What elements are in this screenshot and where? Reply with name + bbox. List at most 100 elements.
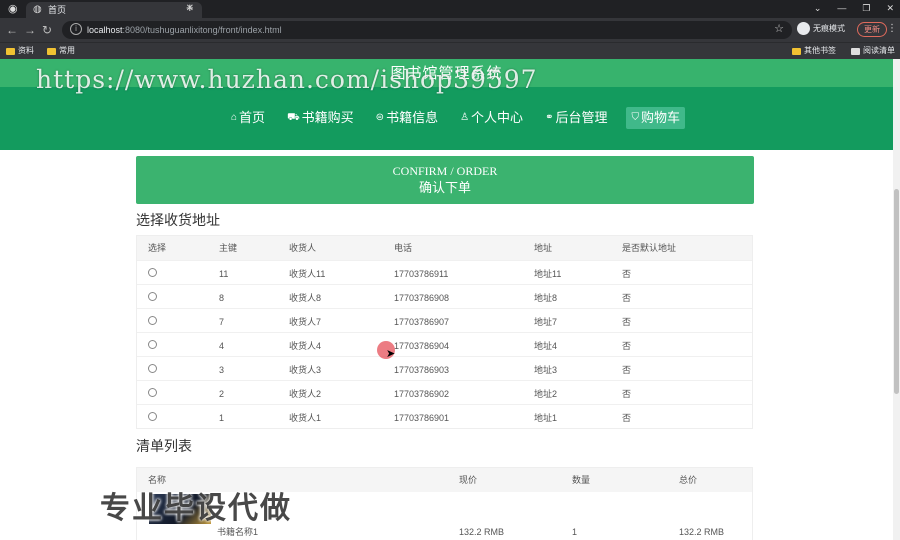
address-row[interactable]: 3 收货人3 17703786903 地址3 否	[137, 356, 752, 380]
forward-icon[interactable]: →	[24, 23, 36, 37]
address-cell-phone: 17703786911	[394, 269, 449, 279]
browser-menu-icon[interactable]: ◉	[8, 3, 20, 15]
address-cell-name: 收货人3	[289, 365, 322, 375]
link-icon: ⚭	[545, 112, 554, 123]
address-cell-addr: 地址3	[534, 365, 558, 375]
address-cell-addr: 地址4	[534, 341, 558, 351]
address-row[interactable]: 4 收货人4 17703786904 地址4 否	[137, 332, 752, 356]
back-icon[interactable]: ←	[6, 23, 18, 37]
address-cell-phone: 17703786904	[394, 341, 450, 351]
address-cell-addr: 地址11	[534, 269, 562, 279]
address-section-title: 选择收货地址	[136, 212, 220, 228]
address-radio[interactable]	[148, 316, 157, 325]
url-field[interactable]: i localhost:8080/tushuguanlixitong/front…	[62, 21, 792, 39]
reading-list-icon	[851, 47, 860, 55]
update-button[interactable]: 更新	[857, 22, 887, 37]
address-cell-id: 3	[219, 365, 225, 375]
folder-icon	[6, 47, 15, 55]
address-cell-default: 否	[622, 269, 632, 279]
address-cell-name: 收货人1	[289, 413, 322, 423]
address-cell-default: 否	[622, 365, 632, 375]
home-icon: ⌂	[231, 112, 238, 123]
nav-admin[interactable]: ⚭ 后台管理	[542, 107, 610, 129]
address-radio[interactable]	[148, 268, 157, 277]
address-row[interactable]: 7 收货人7 17703786907 地址7 否	[137, 308, 752, 332]
new-tab-icon[interactable]: +	[186, 1, 194, 15]
restore-icon[interactable]: ❐	[862, 2, 870, 14]
address-cell-addr: 地址8	[534, 293, 558, 303]
more-menu-icon[interactable]: ⋮	[887, 23, 897, 35]
bookmark-folder-1[interactable]: 资料	[6, 46, 34, 56]
address-radio[interactable]	[148, 364, 157, 373]
reload-icon[interactable]: ↻	[42, 23, 52, 37]
url-text[interactable]: localhost:8080/tushuguanlixitong/front/i…	[87, 24, 282, 36]
confirm-title-zh: 确认下单	[418, 180, 471, 195]
address-cell-default: 否	[622, 293, 632, 303]
address-cell-name: 收货人4	[289, 341, 322, 351]
scrollbar-thumb[interactable]	[894, 189, 899, 394]
mouse-cursor-icon: ➤	[386, 348, 396, 360]
address-table: 选择 主键 收货人 电话 地址 是否默认地址 11 收货人11 1770378691…	[136, 235, 753, 429]
address-cell-phone: 17703786907	[394, 317, 450, 327]
address-cell-addr: 地址2	[534, 389, 558, 399]
page-viewport: 图书馆管理系统 ⌂ 首页 ⛟ 书籍购买 ⊜ 书籍信息 ♙ 个人中心 ⚭ 后台管理	[0, 59, 893, 540]
address-cell-id: 1	[219, 413, 225, 423]
tab-title: 首页	[48, 5, 67, 15]
cart-icon: ⛉	[631, 112, 639, 123]
window-controls: ⌄ — ❐ ✕	[814, 2, 894, 14]
address-row[interactable]: 11 收货人11 17703786911 地址11 否	[137, 260, 752, 284]
browser-tab-bar: ◉ ◍ 首页 ✕ + ⌄ — ❐ ✕	[0, 0, 900, 18]
nav-book-info[interactable]: ⊜ 书籍信息	[373, 107, 441, 129]
folder-icon	[47, 47, 56, 55]
close-window-icon[interactable]: ✕	[886, 2, 894, 14]
address-cell-id: 11	[219, 269, 229, 279]
address-cell-id: 2	[219, 389, 225, 399]
address-cell-name: 收货人2	[289, 389, 322, 399]
folder-icon	[792, 47, 801, 55]
address-cell-phone: 17703786908	[394, 293, 450, 303]
address-row[interactable]: 2 收货人2 17703786902 地址2 否	[137, 380, 752, 404]
incognito-icon	[797, 22, 810, 35]
address-cell-addr: 地址7	[534, 317, 558, 327]
address-radio[interactable]	[148, 412, 157, 421]
bookmark-folder-2[interactable]: 常用	[47, 46, 75, 56]
tab-search-icon[interactable]: ⌄	[814, 2, 822, 14]
address-cell-phone: 17703786902	[394, 389, 450, 399]
address-cell-name: 收货人8	[289, 293, 322, 303]
user-icon: ♙	[460, 112, 470, 123]
address-bar: ← → ↻ i localhost:8080/tushuguanlixitong…	[0, 18, 900, 42]
nav-book-purchase[interactable]: ⛟ 书籍购买	[284, 107, 357, 129]
order-section-title: 清单列表	[136, 438, 192, 454]
address-cell-addr: 地址1	[534, 413, 558, 423]
address-cell-phone: 17703786903	[394, 365, 450, 375]
address-cell-name: 收货人11	[289, 269, 326, 279]
browser-tab[interactable]: ◍ 首页 ✕	[26, 2, 202, 18]
incognito-label: 无痕模式	[813, 24, 845, 33]
other-bookmarks[interactable]: 其他书签	[792, 46, 836, 56]
order-table-header: 名称 现价 数量 总价	[137, 468, 752, 492]
address-table-header: 选择 主键 收货人 电话 地址 是否默认地址	[137, 236, 752, 260]
reading-list[interactable]: 阅读清单	[851, 46, 895, 56]
address-cell-default: 否	[622, 317, 632, 327]
address-radio[interactable]	[148, 340, 157, 349]
minimize-icon[interactable]: —	[837, 2, 846, 14]
nav-cart[interactable]: ⛉ 购物车	[626, 107, 685, 129]
address-row[interactable]: 8 收货人8 17703786908 地址8 否	[137, 284, 752, 308]
cart-book-icon: ⛟	[287, 112, 300, 123]
address-cell-id: 4	[219, 341, 225, 351]
watermark-text: 专业毕设代做	[100, 492, 292, 525]
globe-icon: ◍	[33, 4, 42, 15]
page-scrollbar[interactable]	[893, 59, 900, 540]
address-cell-default: 否	[622, 389, 632, 399]
address-radio[interactable]	[148, 292, 157, 301]
nav-personal-center[interactable]: ♙ 个人中心	[457, 107, 526, 129]
watermark-url: https://www.huzhan.com/ishop39597	[36, 65, 538, 94]
address-radio[interactable]	[148, 388, 157, 397]
book-info-icon: ⊜	[375, 112, 385, 123]
address-row[interactable]: 1 收货人1 17703786901 地址1 否	[137, 404, 752, 428]
incognito-indicator[interactable]: 无痕模式	[797, 22, 845, 35]
order-item-total: 132.2 RMB	[679, 527, 725, 537]
info-icon[interactable]: i	[70, 23, 82, 35]
nav-home[interactable]: ⌂ 首页	[228, 107, 268, 129]
bookmark-star-icon[interactable]: ☆	[774, 23, 784, 36]
